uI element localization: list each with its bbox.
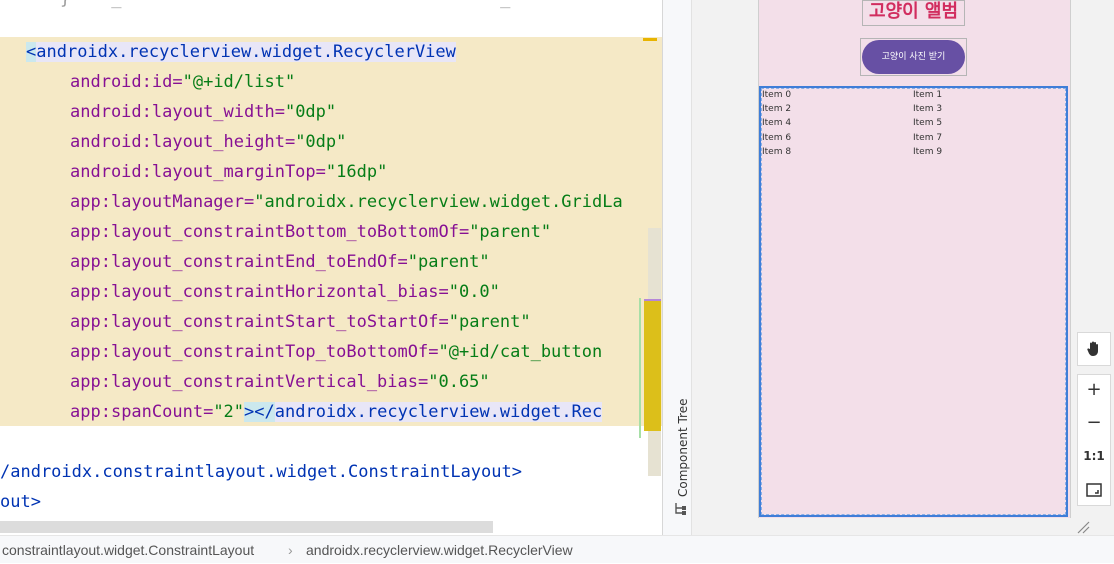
list-item: Item 6 [762,133,792,143]
breadcrumb-item-constraintlayout[interactable]: constraintlayout.widget.ConstraintLayout [2,536,254,564]
namespace: app: [70,222,111,242]
code-line-2[interactable]: android:id="@+id/list" [70,67,295,97]
closing-tag: /androidx.constraintlayout.widget.Constr… [0,462,522,482]
breadcrumb: constraintlayout.widget.ConstraintLayout… [0,535,1114,563]
namespace: android: [70,162,152,182]
code-line-5[interactable]: android:layout_marginTop="16dp" [70,157,387,187]
attribute: layout_constraintEnd_toEndOf= [110,252,408,272]
code-line-close-layout[interactable]: out> [0,487,41,517]
pan-button[interactable] [1077,332,1111,366]
attribute: id= [151,72,183,92]
list-item: Item 7 [913,133,943,143]
fit-screen-icon [1086,483,1102,497]
vertical-scrollbar-thumb[interactable] [644,299,661,431]
code-line-12[interactable]: app:layout_constraintVertical_bias="0.65… [70,367,490,397]
closing-tag-name: androidx.recyclerview.widget.Rec [274,402,603,422]
list-item: Item 5 [913,118,943,128]
list-item: Item 8 [762,147,792,157]
fit-screen-button[interactable] [1077,473,1111,507]
attribute: layout_constraintVertical_bias= [110,372,429,392]
attribute: layout_constraintTop_toBottomOf= [110,342,439,362]
value: "16dp" [325,162,388,182]
partial-top-line: } " _ _ [60,0,510,14]
horizontal-scrollbar[interactable] [0,521,493,533]
code-line-9[interactable]: app:layout_constraintHorizontal_bias="0.… [70,277,500,307]
list-item: Item 4 [762,118,792,128]
list-item: Item 2 [762,104,792,114]
closing-tag: out> [0,492,41,512]
code-editor[interactable]: } " _ _ <androidx.recyclerview.widget.Re… [0,0,662,535]
cat-button[interactable]: 고양이 사진 받기 [862,40,965,74]
code-line-7[interactable]: app:layout_constraintBottom_toBottomOf="… [70,217,551,247]
resize-handle-icon[interactable] [1076,520,1090,534]
value: "0dp" [295,132,347,152]
attribute: layout_constraintBottom_toBottomOf= [110,222,470,242]
value: "parent" [448,312,531,332]
tag-name: androidx.recyclerview.widget.RecyclerVie… [36,42,456,62]
open-bracket: < [26,42,37,62]
value: "0dp" [284,102,337,122]
zoom-in-button[interactable]: + [1077,374,1111,408]
list-item: Item 3 [913,104,943,114]
namespace: android: [70,102,152,122]
code-line-13[interactable]: app:spanCount="2"></androidx.recyclervie… [70,397,603,427]
namespace: app: [70,312,111,332]
code-line-3[interactable]: android:layout_width="0dp" [70,97,336,127]
namespace: android: [70,132,152,152]
attribute: layout_width= [151,102,285,122]
namespace: app: [70,402,111,422]
actual-size-button[interactable]: 1:1 [1077,440,1111,474]
closing-bracket: ></ [244,402,275,422]
component-tree-tab[interactable]: Component Tree [676,399,690,497]
attribute: layout_constraintHorizontal_bias= [110,282,449,302]
value: "androidx.recyclerview.widget.GridLa [254,192,623,212]
breadcrumb-item-recyclerview[interactable]: androidx.recyclerview.widget.RecyclerVie… [306,536,573,564]
code-line-close-constraint[interactable]: /androidx.constraintlayout.widget.Constr… [0,457,522,487]
namespace: app: [70,192,111,212]
list-item: Item 0 [762,90,792,100]
attribute: layout_height= [151,132,296,152]
code-line-4[interactable]: android:layout_height="0dp" [70,127,346,157]
attribute: layout_constraintStart_toStartOf= [110,312,449,332]
hand-icon [1087,341,1098,356]
code-line-11[interactable]: app:layout_constraintTop_toBottomOf="@+i… [70,337,602,367]
tree-icon[interactable] [673,502,687,516]
album-title[interactable]: 고양이 앨범 [862,0,965,26]
code-line-6[interactable]: app:layoutManager="androidx.recyclerview… [70,187,623,217]
namespace: android: [70,72,152,92]
namespace: app: [70,342,111,362]
value: "parent" [407,252,490,272]
breadcrumb-separator: › [288,542,293,558]
value: "0.0" [448,282,500,302]
namespace: app: [70,372,111,392]
namespace: app: [70,282,111,302]
warning-marker[interactable] [643,38,657,41]
value: "2" [213,402,245,422]
value: "@+id/cat_button [438,342,603,362]
value: "parent" [469,222,552,242]
code-line-8[interactable]: app:layout_constraintEnd_toEndOf="parent… [70,247,490,277]
list-item: Item 9 [913,147,943,157]
attribute: spanCount= [110,402,214,422]
code-line-10[interactable]: app:layout_constraintStart_toStartOf="pa… [70,307,531,337]
attribute: layoutManager= [110,192,255,212]
code-line-1[interactable]: <androidx.recyclerview.widget.RecyclerVi… [26,37,456,67]
value: "0.65" [428,372,490,392]
change-marker [639,298,641,438]
zoom-out-button[interactable]: − [1077,407,1111,441]
value: "@+id/list" [182,72,296,92]
namespace: app: [70,252,111,272]
attribute: layout_marginTop= [151,162,326,182]
list-item: Item 1 [913,90,943,100]
